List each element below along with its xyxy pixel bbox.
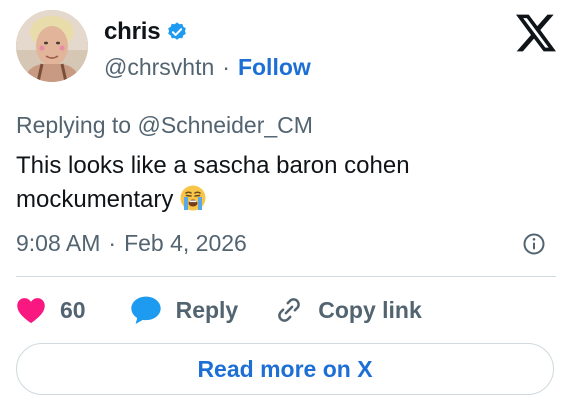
tweet-text: This looks like a sascha baron cohen moc… (16, 149, 536, 217)
divider (16, 276, 556, 277)
link-icon (278, 298, 301, 322)
embedded-tweet-card: chris @chrsvhtn · Follow Replying to @Sc… (0, 0, 572, 416)
follow-button[interactable]: Follow (238, 54, 311, 81)
avatar[interactable] (16, 10, 88, 82)
read-more-button[interactable]: Read more on X (16, 343, 554, 395)
separator-dot: · (108, 230, 117, 256)
separator-dot: · (222, 54, 230, 80)
like-button[interactable]: 60 (16, 296, 86, 324)
reply-button[interactable]: Reply (130, 295, 239, 325)
tweet-date: Feb 4, 2026 (124, 230, 247, 256)
heart-icon (17, 298, 45, 324)
copy-link-button[interactable]: Copy link (274, 295, 422, 325)
reply-bubble-icon (130, 296, 161, 324)
replying-to-line: Replying to @Schneider_CM (16, 112, 313, 139)
tweet-time: 9:08 AM (16, 230, 101, 256)
tweet-timestamp[interactable]: 9:08 AM · Feb 4, 2026 (16, 230, 247, 257)
author-handle[interactable]: @chrsvhtn (104, 54, 214, 81)
replying-prefix: Replying to (16, 112, 132, 138)
read-more-label: Read more on X (197, 355, 373, 382)
like-count: 60 (60, 296, 86, 323)
loudly-crying-face-icon (179, 184, 207, 212)
tweet-body: This looks like a sascha baron cohen moc… (16, 152, 410, 213)
replying-mention-link[interactable]: @Schneider_CM (137, 112, 312, 138)
author-name-row: chris (104, 18, 188, 46)
author-handle-row: @chrsvhtn · Follow (104, 54, 311, 81)
x-logo-icon[interactable] (516, 14, 556, 52)
copy-link-label: Copy link (318, 296, 422, 323)
info-icon[interactable] (522, 232, 546, 256)
author-name[interactable]: chris (104, 18, 161, 46)
verified-badge-icon (166, 21, 188, 43)
reply-label: Reply (175, 296, 239, 323)
tweet-actions: 60 Reply Copy link (16, 292, 422, 328)
